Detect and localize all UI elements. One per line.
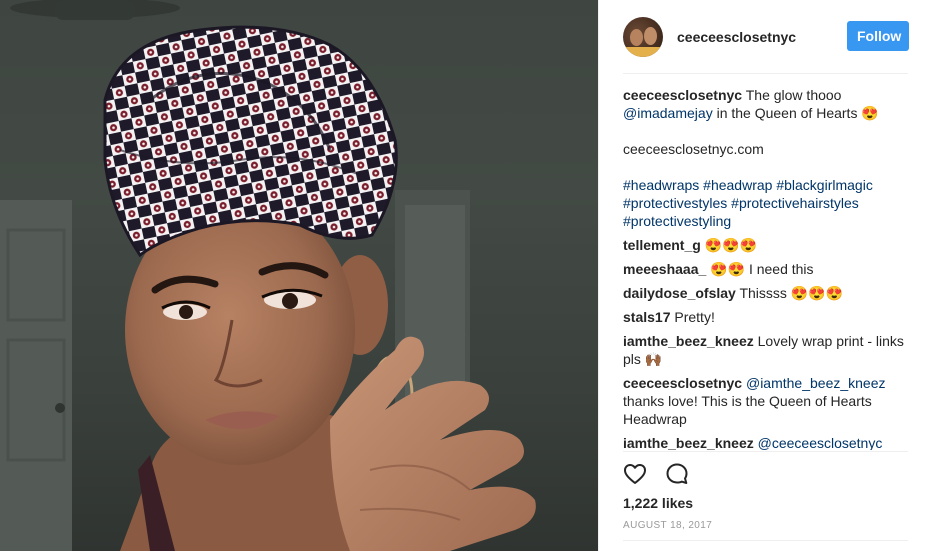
follow-button[interactable]: Follow xyxy=(847,21,909,51)
comment-item: stals17 Pretty! xyxy=(623,308,909,326)
speech-bubble-icon[interactable] xyxy=(665,462,689,486)
comments-list[interactable]: ceeceesclosetnyc The glow thooo @imadame… xyxy=(623,86,909,450)
comment-item: iamthe_beez_kneez Lovely wrap print - li… xyxy=(623,332,909,368)
avatar[interactable] xyxy=(623,16,663,57)
post-photo[interactable] xyxy=(0,0,598,551)
divider xyxy=(623,540,908,541)
caption: ceeceesclosetnyc The glow thooo @imadame… xyxy=(623,86,909,230)
caption-hashtags-2[interactable]: #protectivestyles #protectivehairstyles xyxy=(623,195,859,211)
heart-eyes-emoji: 😍 xyxy=(861,105,879,121)
caption-hashtags-3[interactable]: #protectivestyling xyxy=(623,213,731,229)
comment-mention[interactable]: @ceeceesclosetnyc xyxy=(758,435,883,450)
divider xyxy=(623,451,908,452)
post-photo-illustration xyxy=(0,0,536,551)
comment-item: iamthe_beez_kneez @ceeceesclosetnyc xyxy=(623,434,909,450)
comment-item: dailydose_ofslay Thissss 😍😍😍 xyxy=(623,284,909,302)
comment-username[interactable]: dailydose_ofslay xyxy=(623,285,736,301)
head-wrap xyxy=(103,25,398,258)
caption-text-2: in the Queen of Hearts xyxy=(716,105,858,121)
comment-username[interactable]: meeeshaaa_ xyxy=(623,261,706,277)
heart-outline-icon[interactable] xyxy=(623,462,647,486)
action-bar xyxy=(623,462,689,486)
comment-username[interactable]: ceeceesclosetnyc xyxy=(623,375,742,391)
caption-username[interactable]: ceeceesclosetnyc xyxy=(623,87,742,103)
ceiling-fan xyxy=(10,0,180,20)
comment-mention[interactable]: @iamthe_beez_kneez xyxy=(746,375,886,391)
comment-text: Pretty! xyxy=(674,309,715,325)
comment-text: 😍😍 I need this xyxy=(710,261,814,277)
comment-item: tellement_g 😍😍😍 xyxy=(623,236,909,254)
caption-mention[interactable]: @imadamejay xyxy=(623,105,713,121)
like-count[interactable]: 1,222 likes xyxy=(623,495,693,511)
comment-item: ceeceesclosetnyc @iamthe_beez_kneez than… xyxy=(623,374,909,428)
caption-hashtags-1[interactable]: #headwraps #headwrap #blackgirlmagic xyxy=(623,177,873,193)
caption-website: ceeceesclosetnyc.com xyxy=(623,141,764,157)
comment-username[interactable]: iamthe_beez_kneez xyxy=(623,333,754,349)
comment-text: Thissss 😍😍😍 xyxy=(739,285,844,301)
comment-item: meeeshaaa_ 😍😍 I need this xyxy=(623,260,909,278)
comment-username[interactable]: stals17 xyxy=(623,309,670,325)
comment-text: 😍😍😍 xyxy=(704,237,757,253)
post-side-panel: ceeceesclosetnyc Follow ceeceesclosetnyc… xyxy=(598,0,936,551)
comment-username[interactable]: iamthe_beez_kneez xyxy=(623,435,754,450)
comment-text: thanks love! This is the Queen of Hearts… xyxy=(623,393,872,427)
door-left xyxy=(0,200,72,551)
divider xyxy=(623,73,908,74)
caption-text: The glow thooo xyxy=(745,87,842,103)
post-date[interactable]: AUGUST 18, 2017 xyxy=(623,520,712,531)
comment-username[interactable]: tellement_g xyxy=(623,237,701,253)
post-header: ceeceesclosetnyc Follow xyxy=(599,0,936,73)
